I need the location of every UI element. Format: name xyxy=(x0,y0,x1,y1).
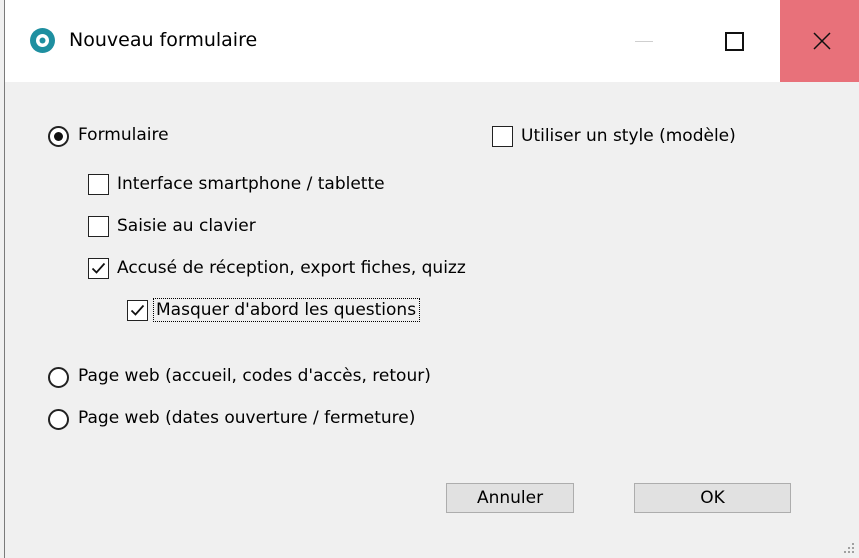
radio-web-access[interactable] xyxy=(48,367,69,388)
smartphone-checkbox[interactable] xyxy=(88,174,109,195)
use-style-checkbox[interactable] xyxy=(492,126,513,147)
minimize-button[interactable] xyxy=(603,0,685,82)
resize-grip-icon[interactable] xyxy=(843,542,855,554)
hide-questions-label[interactable]: Masquer d'abord les questions xyxy=(152,298,421,322)
use-style-label[interactable]: Utiliser un style (modèle) xyxy=(521,126,736,146)
minimize-icon xyxy=(635,40,653,42)
close-icon xyxy=(813,32,831,50)
radio-web-access-label[interactable]: Page web (accueil, codes d'accès, retour… xyxy=(78,366,431,386)
keyboard-label[interactable]: Saisie au clavier xyxy=(117,216,256,236)
maximize-button[interactable] xyxy=(693,0,775,82)
receipt-checkbox[interactable] xyxy=(88,258,109,279)
dialog-frame xyxy=(4,0,858,558)
cancel-button[interactable]: Annuler xyxy=(446,483,574,513)
checkmark-icon xyxy=(91,262,106,274)
title-bar: Nouveau formulaire xyxy=(5,0,859,82)
ok-button[interactable]: OK xyxy=(634,483,791,513)
radio-web-dates-label[interactable]: Page web (dates ouverture / fermeture) xyxy=(78,408,415,428)
window-title: Nouveau formulaire xyxy=(69,29,258,51)
radio-formulaire[interactable] xyxy=(48,126,69,147)
maximize-icon xyxy=(724,31,744,51)
smartphone-label[interactable]: Interface smartphone / tablette xyxy=(117,174,385,194)
radio-formulaire-label[interactable]: Formulaire xyxy=(78,125,169,145)
keyboard-checkbox[interactable] xyxy=(88,216,109,237)
radio-web-dates[interactable] xyxy=(48,409,69,430)
close-button[interactable] xyxy=(780,0,859,82)
hide-questions-checkbox[interactable] xyxy=(127,300,148,321)
checkmark-icon xyxy=(130,304,145,316)
app-logo-icon xyxy=(30,28,55,53)
receipt-label[interactable]: Accusé de réception, export fiches, quiz… xyxy=(117,258,466,278)
